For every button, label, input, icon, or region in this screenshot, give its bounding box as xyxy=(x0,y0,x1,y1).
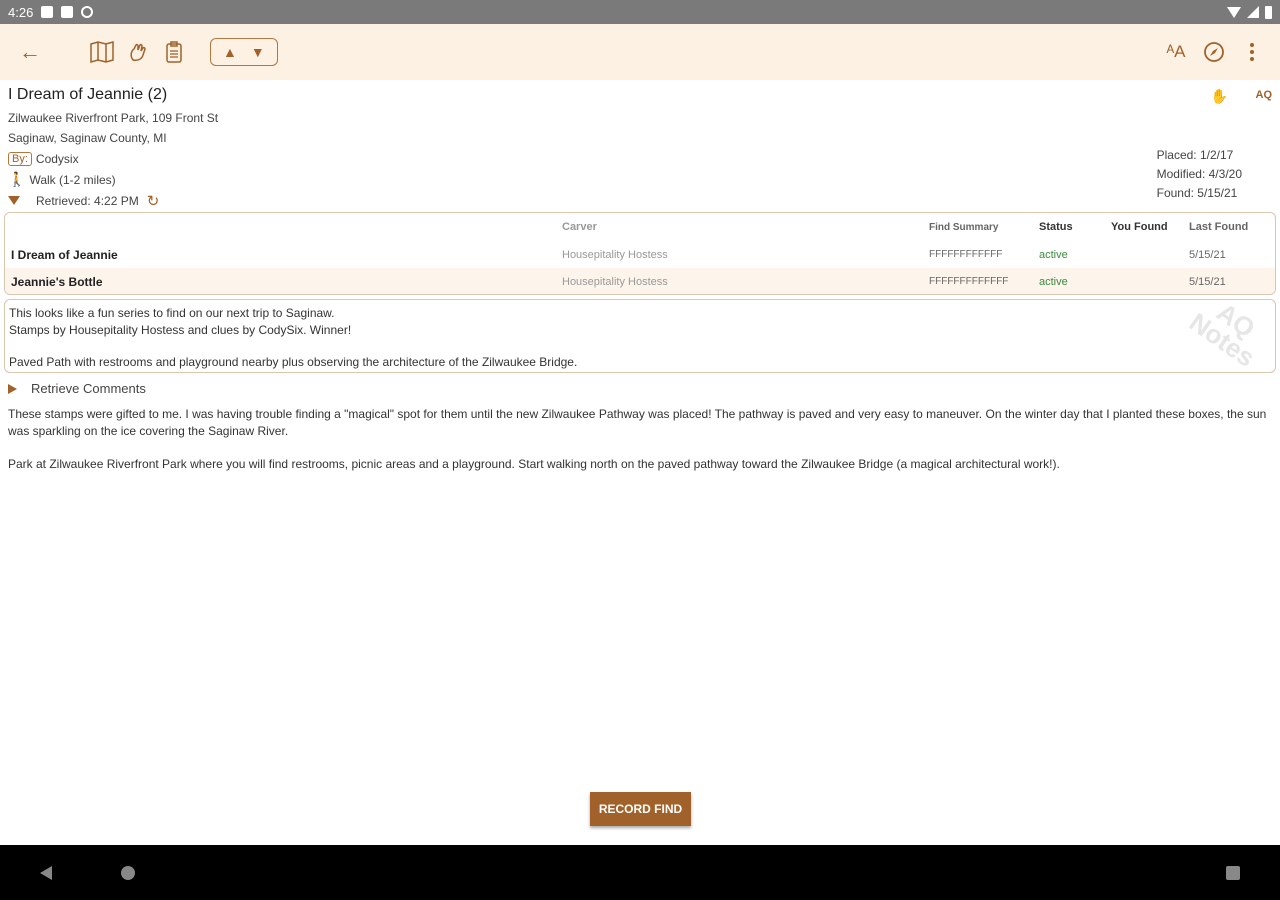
system-nav-bar xyxy=(0,845,1280,900)
aq-tag: AQ xyxy=(1255,89,1273,101)
storage-icon xyxy=(61,6,74,18)
description-para-2: Park at Zilwaukee Riverfront Park where … xyxy=(8,457,1060,471)
notes-box[interactable]: This looks like a fun series to find on … xyxy=(4,299,1276,373)
stamp-carver: Housepitality Hostess xyxy=(562,248,668,261)
expand-icon xyxy=(8,383,17,394)
stamp-last-found: 5/15/21 xyxy=(1189,248,1226,261)
by-tag: By: xyxy=(8,151,32,166)
hand-stamp-small-icon: ✋ xyxy=(1210,88,1228,104)
collapse-icon[interactable] xyxy=(8,196,20,205)
stamp-status: active xyxy=(1039,275,1068,288)
stamp-status: active xyxy=(1039,248,1068,261)
notes-line-1: This looks like a fun series to find on … xyxy=(9,306,335,320)
nav-back-icon[interactable] xyxy=(40,866,52,880)
stamp-name: Jeannie's Bottle xyxy=(11,274,103,289)
modified-date: Modified: 4/3/20 xyxy=(1156,167,1242,181)
col-you-found: You Found xyxy=(1111,221,1168,233)
prev-next-pill: ▲ ▼ xyxy=(210,38,278,66)
stamp-last-found: 5/15/21 xyxy=(1189,275,1226,288)
address-line-1: Zilwaukee Riverfront Park, 109 Front St xyxy=(8,111,219,125)
col-last-found: Last Found xyxy=(1189,221,1249,233)
battery-icon xyxy=(1265,5,1272,19)
wifi-icon xyxy=(1227,6,1241,18)
description-para-1: These stamps were gifted to me. I was ha… xyxy=(8,407,1267,438)
table-header: Carver Find Summary Status You Found Las… xyxy=(5,213,1275,241)
col-status: Status xyxy=(1039,221,1073,233)
description: These stamps were gifted to me. I was ha… xyxy=(8,406,1270,473)
col-carver: Carver xyxy=(562,221,597,233)
walk-icon: 🚶 xyxy=(8,171,26,187)
notes-line-2: Stamps by Housepitality Hostess and clue… xyxy=(9,322,352,337)
signal-icon xyxy=(1247,6,1259,18)
overflow-menu-icon[interactable] xyxy=(1238,38,1266,66)
down-arrow-icon[interactable]: ▼ xyxy=(251,44,265,60)
stamp-carver: Housepitality Hostess xyxy=(562,275,668,288)
retrieved-time: Retrieved: 4:22 PM xyxy=(36,193,139,208)
author-link[interactable]: Codysix xyxy=(36,152,79,166)
date-info: Placed: 1/2/17 Modified: 4/3/20 Found: 5… xyxy=(1157,146,1242,203)
toolbar: ← ▲ ▼ ᴬA xyxy=(0,24,1280,80)
map-icon[interactable] xyxy=(88,38,116,66)
notes-line-3: Paved Path with restrooms and playground… xyxy=(9,355,578,369)
table-row[interactable]: I Dream of Jeannie Housepitality Hostess… xyxy=(5,241,1275,268)
stamp-find-summary: FFFFFFFFFFFFF xyxy=(929,276,1009,287)
record-find-button[interactable]: RECORD FIND xyxy=(590,792,691,826)
retrieve-comments-label: Retrieve Comments xyxy=(31,381,146,396)
placed-date: Placed: 1/2/17 xyxy=(1156,148,1234,162)
table-row[interactable]: Jeannie's Bottle Housepitality Hostess F… xyxy=(5,268,1275,294)
status-time: 4:26 xyxy=(8,4,34,20)
up-arrow-icon[interactable]: ▲ xyxy=(223,44,237,60)
found-date: Found: 5/15/21 xyxy=(1156,186,1238,200)
refresh-icon[interactable]: ↻ xyxy=(147,192,160,210)
nav-home-icon[interactable] xyxy=(121,866,135,880)
nav-recents-icon[interactable] xyxy=(1226,866,1240,880)
hand-stamp-icon[interactable] xyxy=(124,38,152,66)
back-arrow-icon[interactable]: ← xyxy=(16,38,44,66)
clipboard-icon[interactable] xyxy=(160,38,188,66)
notification-icon xyxy=(41,6,54,18)
col-find-summary: Find Summary xyxy=(929,221,999,233)
retrieve-comments[interactable]: Retrieve Comments xyxy=(8,381,146,396)
text-size-icon[interactable]: ᴬA xyxy=(1162,38,1190,66)
stamp-name: I Dream of Jeannie xyxy=(11,247,118,262)
status-bar: 4:26 xyxy=(0,0,1280,24)
stamps-table: Carver Find Summary Status You Found Las… xyxy=(4,212,1276,295)
sync-icon xyxy=(81,6,94,18)
page-title: I Dream of Jeannie (2) xyxy=(8,86,168,103)
box-header: I Dream of Jeannie (2) Zilwaukee Riverfr… xyxy=(8,86,1272,211)
address-line-2: Saginaw, Saginaw County, MI xyxy=(8,131,167,145)
compass-icon[interactable] xyxy=(1200,38,1228,66)
walk-distance: Walk (1-2 miles) xyxy=(29,172,116,187)
stamp-find-summary: FFFFFFFFFFFF xyxy=(929,249,1003,260)
